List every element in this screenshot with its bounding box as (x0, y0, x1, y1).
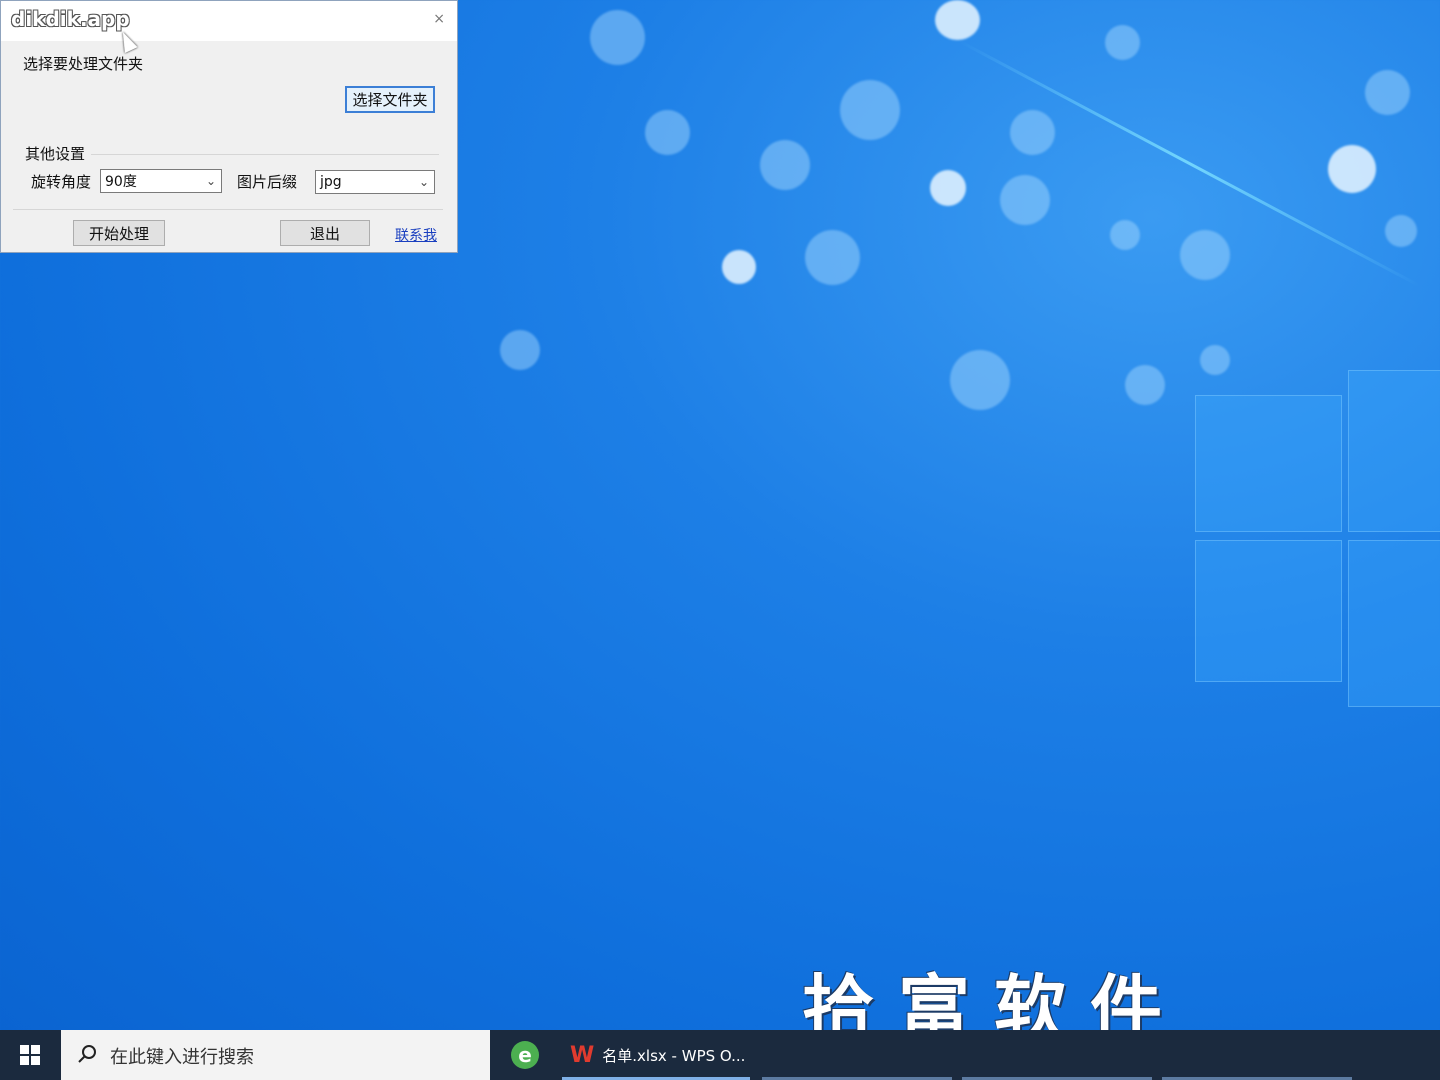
bokeh (950, 350, 1010, 410)
folder-prompt-label: 选择要处理文件夹 (23, 55, 144, 73)
bokeh (805, 230, 860, 285)
bokeh (1110, 220, 1140, 250)
bokeh (1125, 365, 1165, 405)
rotation-select[interactable]: 90度 ⌄ (100, 169, 222, 193)
bokeh (935, 0, 980, 40)
bokeh (1180, 230, 1230, 280)
dialog-titlebar[interactable]: dikdik.app × (1, 1, 457, 41)
other-settings-label: 其他设置 (25, 145, 86, 163)
exit-button[interactable]: 退出 (280, 220, 370, 246)
close-button[interactable]: × (433, 11, 445, 27)
start-button[interactable] (0, 1030, 60, 1080)
windows-start-icon (20, 1045, 40, 1065)
chevron-down-icon: ⌄ (418, 175, 429, 189)
taskbar-search-box[interactable]: 在此键入进行搜索 (61, 1030, 490, 1080)
watermark-logo: dikdik.app (11, 7, 130, 31)
chevron-down-icon: ⌄ (205, 174, 216, 188)
taskbar-app-ie[interactable]: e (500, 1030, 550, 1080)
bokeh (1328, 145, 1376, 193)
ie-icon: e (511, 1041, 539, 1069)
footer-divider (13, 209, 443, 210)
suffix-value: jpg (320, 174, 342, 190)
bokeh (930, 170, 966, 206)
suffix-select[interactable]: jpg ⌄ (315, 170, 435, 194)
start-process-button[interactable]: 开始处理 (73, 220, 165, 246)
search-icon (78, 1045, 96, 1063)
bokeh (760, 140, 810, 190)
bokeh (1385, 215, 1417, 247)
bokeh (645, 110, 690, 155)
settings-divider (91, 154, 439, 155)
bokeh (840, 80, 900, 140)
taskbar-app-wps[interactable]: W 名单.xlsx - WPS O... (562, 1030, 750, 1080)
wps-icon: W (570, 1042, 595, 1068)
suffix-label: 图片后缀 (237, 173, 298, 191)
bokeh (722, 250, 756, 284)
search-placeholder: 在此键入进行搜索 (110, 1047, 254, 1068)
rotation-label: 旋转角度 (31, 173, 92, 191)
bokeh (1365, 70, 1410, 115)
rotation-value: 90度 (105, 174, 137, 190)
bokeh (1000, 175, 1050, 225)
bokeh (1105, 25, 1140, 60)
bokeh (500, 330, 540, 370)
image-rotate-dialog: dikdik.app × 选择要处理文件夹 选择文件夹 其他设置 旋转角度 90… (0, 0, 458, 253)
bokeh (590, 10, 645, 65)
taskbar: 在此键入进行搜索 e W 名单.xlsx - WPS O... (0, 1030, 1440, 1080)
choose-folder-button[interactable]: 选择文件夹 (345, 86, 435, 113)
contact-link[interactable]: 联系我 (395, 225, 437, 245)
windows-logo-decoration (1195, 365, 1440, 710)
taskbar-app-label: 名单.xlsx - WPS O... (602, 1046, 746, 1065)
bokeh (1010, 110, 1055, 155)
